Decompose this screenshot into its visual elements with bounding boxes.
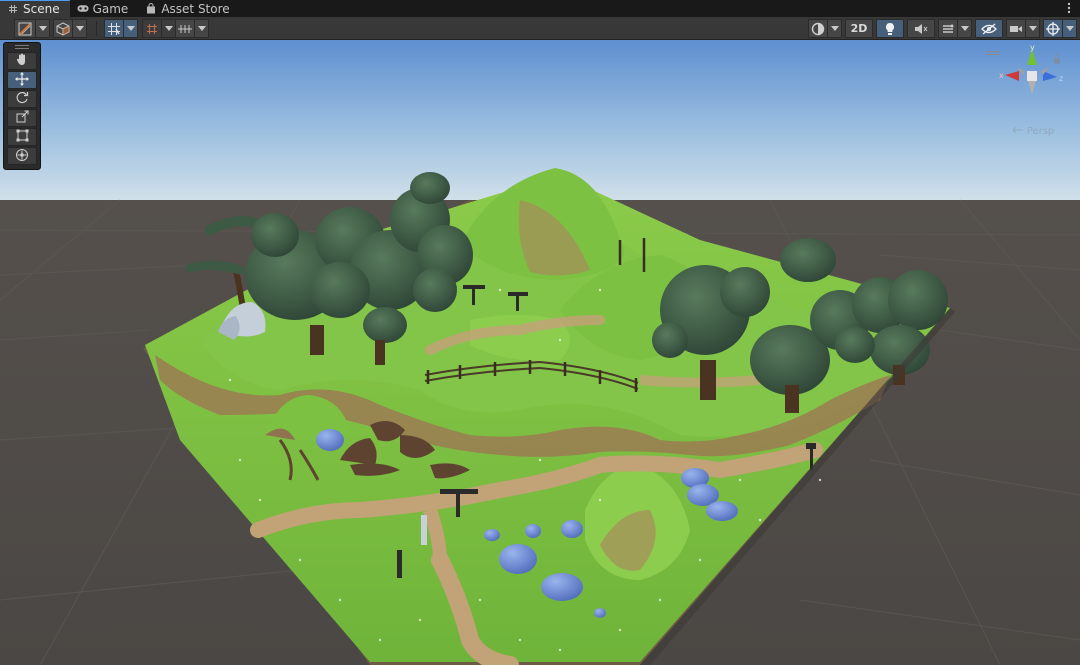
more-options-icon[interactable]: [1064, 1, 1074, 15]
2d-toggle[interactable]: 2D: [845, 19, 873, 38]
snap-grid-icon[interactable]: [104, 19, 124, 38]
rect-icon: [16, 129, 29, 145]
drag-handle[interactable]: [15, 45, 29, 49]
draw-mode-dropdown[interactable]: [808, 19, 842, 38]
rotate-icon: [16, 91, 29, 107]
window-tab-bar: Scene Game Asset Store: [0, 0, 1080, 17]
rotate-tool[interactable]: [7, 90, 37, 108]
2d-toggle-button[interactable]: 2D: [845, 19, 873, 38]
camera-icon[interactable]: [1006, 19, 1026, 38]
tab-game-label: Game: [92, 1, 129, 16]
tools-overlay: [3, 42, 41, 170]
gizmos-caret[interactable]: [1063, 19, 1077, 38]
audio-toggle[interactable]: [907, 19, 935, 38]
effects-dropdown[interactable]: [938, 19, 972, 38]
shopping-bag-icon: [145, 3, 157, 15]
gamepad-icon: [77, 3, 89, 15]
move-icon: [15, 71, 29, 89]
tab-game[interactable]: Game: [70, 0, 139, 17]
tab-scene-label: Scene: [23, 2, 60, 16]
rect-tool[interactable]: [7, 128, 37, 146]
camera-settings-dropdown[interactable]: [1006, 19, 1040, 38]
shading-mode-dropdown[interactable]: [14, 19, 50, 38]
render-mode-caret[interactable]: [73, 19, 87, 38]
tab-scene[interactable]: Scene: [0, 0, 70, 17]
increment-snap-icon[interactable]: [142, 19, 162, 38]
scene-render: [0, 40, 1080, 665]
tab-asset-store-label: Asset Store: [161, 1, 230, 16]
svg-text:x: x: [999, 71, 1004, 80]
tab-asset-store[interactable]: Asset Store: [138, 0, 239, 17]
transform-tool[interactable]: [7, 147, 37, 165]
shading-mode-caret[interactable]: [36, 19, 50, 38]
gizmos-icon[interactable]: [1043, 19, 1063, 38]
grid-snap-dropdown[interactable]: [104, 19, 138, 38]
grid-icon: [7, 3, 19, 15]
effects-caret[interactable]: [958, 19, 972, 38]
render-mode-dropdown[interactable]: [53, 19, 87, 38]
persp-label-text: Persp: [1026, 125, 1055, 137]
svg-text:y: y: [1030, 45, 1035, 52]
svg-text:z: z: [1059, 74, 1063, 83]
grid-snap-caret[interactable]: [124, 19, 138, 38]
scale-icon: [16, 110, 29, 126]
lighting-toggle[interactable]: [876, 19, 904, 38]
draw-mode-icon[interactable]: [808, 19, 828, 38]
scale-tool[interactable]: [7, 109, 37, 127]
scene-toolbar: 2D: [0, 17, 1080, 40]
hand-tool[interactable]: [7, 52, 37, 70]
persp-arrow-icon: [1012, 126, 1024, 137]
gizmos-dropdown[interactable]: [1043, 19, 1077, 38]
audio-icon[interactable]: [907, 19, 935, 38]
transform-icon: [15, 148, 29, 165]
render-cube-icon[interactable]: [53, 19, 73, 38]
hand-icon: [16, 53, 28, 69]
lighting-icon[interactable]: [876, 19, 904, 38]
2d-label: 2D: [850, 22, 868, 35]
hidden-objects-toggle[interactable]: [975, 19, 1003, 38]
move-tool[interactable]: [7, 71, 37, 89]
draw-mode-caret[interactable]: [828, 19, 842, 38]
orientation-gizmo[interactable]: y x z: [997, 43, 1067, 105]
perspective-label[interactable]: Persp: [1003, 125, 1063, 137]
scene-viewport[interactable]: [0, 40, 1080, 665]
camera-settings-caret[interactable]: [1026, 19, 1040, 38]
grid-visibility-icon[interactable]: [175, 19, 195, 38]
increment-snap-dropdown[interactable]: [142, 19, 176, 38]
effects-icon[interactable]: [938, 19, 958, 38]
shading-mode-icon[interactable]: [14, 19, 36, 38]
grid-visibility-caret[interactable]: [195, 19, 209, 38]
grid-visibility-dropdown[interactable]: [175, 19, 209, 38]
hidden-objects-icon[interactable]: [975, 19, 1003, 38]
increment-snap-caret[interactable]: [162, 19, 176, 38]
